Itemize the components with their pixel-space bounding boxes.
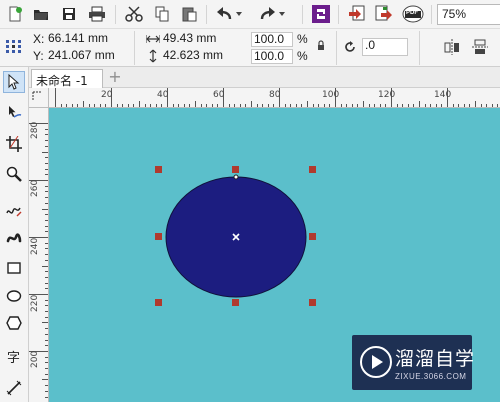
scale-x-percent: % [297,32,308,46]
h-ruler-label: 120 [378,90,396,100]
crop-tool-icon[interactable] [3,133,25,155]
y-position-field[interactable]: 241.067 mm [46,49,130,64]
object-origin-icon[interactable] [6,40,22,57]
v-ruler-label: 240 [30,237,40,255]
handle-middle-left[interactable] [155,233,162,240]
polygon-tool-icon[interactable] [3,312,25,334]
redo-dropdown-icon[interactable] [277,3,287,25]
watermark-url: ZIXUE.3066.COM [395,372,467,381]
handle-top-right[interactable] [309,166,316,173]
node-top[interactable] [233,174,239,180]
horizontal-ruler[interactable]: 20 40 60 80 100 120 140 [49,88,500,108]
handle-middle-right[interactable] [309,233,316,240]
property-bar: X: 66.141 mm Y: 241.067 mm 49.43 mm 42.6… [0,29,500,67]
rotate-icon [343,40,357,57]
print-icon[interactable] [86,3,108,25]
width-field[interactable]: 49.43 mm [161,32,249,47]
zoom-level-field[interactable]: 75% [437,4,500,25]
save-icon[interactable] [58,3,80,25]
scale-y-field[interactable]: 100.0 [251,49,293,64]
height-field[interactable]: 42.623 mm [161,49,249,64]
cut-icon[interactable] [123,3,145,25]
v-ruler-label: 280 [30,121,40,139]
toolbox: 字 [0,67,29,402]
v-ruler-label: 220 [30,294,40,312]
undo-icon[interactable] [214,3,236,25]
scale-x-field[interactable]: 100.0 [251,32,293,47]
width-icon [145,34,161,47]
watermark-logo: 溜溜自学 ZIXUE.3066.COM [352,335,476,390]
h-ruler-label: 60 [213,90,225,100]
tab-document-1[interactable]: 未命名 -1 [31,69,103,88]
vertical-ruler[interactable]: 280 260 240 220 200 [29,108,49,402]
import-icon[interactable] [346,3,368,25]
document-tab-bar: 未命名 -1 + [29,67,500,88]
corel-connect-icon[interactable] [310,3,332,25]
mirror-vertical-icon[interactable] [472,39,488,58]
paste-icon[interactable] [178,3,200,25]
ruler-origin[interactable] [29,88,49,108]
pdf-label: PDF [406,10,418,16]
ellipse-tool-icon[interactable] [3,285,25,307]
pick-tool-icon[interactable] [3,71,25,93]
text-tool-icon[interactable]: 字 [3,346,25,368]
new-document-icon[interactable] [4,3,26,25]
h-ruler-label: 140 [434,90,452,100]
publish-pdf-icon[interactable]: PDF [401,3,425,25]
export-icon[interactable] [373,3,395,25]
redo-icon[interactable] [256,3,278,25]
x-label: X: [33,32,45,46]
handle-bottom-center[interactable] [232,299,239,306]
height-icon [148,49,158,66]
freehand-tool-icon[interactable] [3,200,25,222]
v-ruler-label: 260 [30,179,40,197]
standard-toolbar: PDF 75% [0,0,500,29]
open-folder-icon[interactable] [30,3,52,25]
h-ruler-label: 40 [157,90,169,100]
h-ruler-label: 80 [269,90,281,100]
lock-ratio-icon[interactable] [317,40,325,54]
handle-bottom-left[interactable] [155,299,162,306]
handle-bottom-right[interactable] [309,299,316,306]
shape-tool-icon[interactable] [3,101,25,123]
rectangle-tool-icon[interactable] [3,257,25,279]
h-ruler-label: 100 [322,90,340,100]
svg-text:字: 字 [7,351,20,365]
play-logo-icon [360,346,392,378]
zoom-tool-icon[interactable] [3,163,25,185]
v-ruler-label: 200 [30,350,40,368]
add-tab-icon[interactable]: + [107,69,123,86]
mirror-horizontal-icon[interactable] [444,39,460,58]
undo-dropdown-icon[interactable] [234,3,244,25]
handle-top-left[interactable] [155,166,162,173]
handle-top-center[interactable] [232,166,239,173]
scale-y-percent: % [297,49,308,63]
y-label: Y: [33,49,44,63]
h-ruler-label: 20 [101,90,113,100]
artistic-media-tool-icon[interactable] [3,227,25,249]
watermark-title: 溜溜自学 [395,348,476,370]
x-position-field[interactable]: 66.141 mm [46,32,130,47]
rotation-angle-field[interactable]: .0 [362,38,408,56]
parallel-dimension-tool-icon[interactable] [3,377,25,399]
copy-icon[interactable] [151,3,173,25]
